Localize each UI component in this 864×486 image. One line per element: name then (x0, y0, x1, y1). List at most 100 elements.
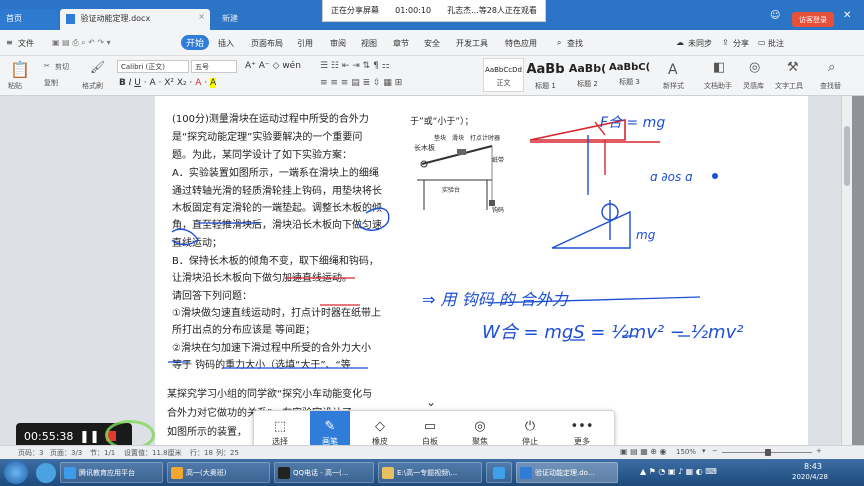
class-icon (171, 467, 183, 479)
find-replace-icon[interactable]: ⌕ (828, 60, 835, 75)
vertical-scrollbar[interactable] (841, 96, 852, 445)
style-heading-1-preview: AaBb (526, 62, 565, 77)
close-icon[interactable]: × (198, 12, 205, 21)
tab-document[interactable]: 验证动能定理.docx × (60, 9, 210, 30)
menu-references[interactable]: 引用 (297, 38, 313, 49)
menu-start[interactable]: 开始 (181, 35, 209, 50)
share-button[interactable]: 分享 (733, 38, 749, 49)
view-mode-icons[interactable]: ▣ ▤ ▦ ⊕ ◉ (620, 447, 667, 456)
find-replace-button[interactable]: 查找替 (820, 81, 841, 91)
share-time: 01:00:10 (395, 6, 432, 15)
menu-search[interactable]: 查找 (567, 38, 583, 49)
pen-icon: ✎ (324, 419, 336, 434)
scroll-thumb[interactable] (844, 126, 850, 186)
scissors-icon[interactable]: ✂ (44, 62, 50, 70)
more-icon: ••• (570, 419, 594, 434)
start-button[interactable] (4, 461, 28, 484)
share-icon: ⇪ (722, 38, 729, 47)
menu-security[interactable]: 安全 (424, 38, 440, 49)
sync-status[interactable]: 未同步 (688, 38, 712, 49)
status-setting: 设置值：11.8厘米 (124, 449, 182, 457)
word-doc-icon (66, 13, 75, 24)
login-button[interactable]: 访客登录 (792, 12, 834, 27)
zoom-in-icon[interactable]: + (816, 447, 822, 455)
avatar-icon[interactable]: ☺ (770, 10, 780, 21)
qq-icon (278, 467, 290, 479)
browser-icon[interactable] (36, 463, 56, 483)
font-style-buttons[interactable]: B I U · A · X² X₂ · A · A (119, 78, 217, 88)
taskbar-item-qq[interactable]: QQ电话 - 高一(... (274, 462, 374, 483)
style-normal-label: 正文 (496, 79, 511, 87)
inspiration-icon[interactable]: ◎ (749, 60, 760, 75)
font-size-buttons[interactable]: A⁺ A⁻ ◇ wén (245, 61, 301, 71)
text-tools-icon[interactable]: ⚒ (787, 60, 799, 75)
chevron-down-icon[interactable]: ⌄ (426, 395, 436, 409)
tab-home[interactable]: 首页 (0, 9, 58, 30)
taskbar-item-folder-label: E:\高一专题视频\... (397, 468, 458, 477)
taskbar-item-folder[interactable]: E:\高一专题视频\... (378, 462, 482, 483)
tab-home-label: 首页 (6, 14, 22, 23)
comment-button[interactable]: 批注 (768, 38, 784, 49)
style-heading-2-label: 标题 2 (577, 80, 598, 88)
taskbar-item-word[interactable]: 验证动能定理.do... (516, 462, 618, 483)
zoom-slider-handle[interactable] (765, 449, 771, 456)
clock-date: 2020/4/28 (792, 473, 828, 481)
paste-button[interactable]: 粘贴 (8, 81, 22, 91)
ribbon-toolbar: 📋 粘贴 ✂ 剪切 复制 🖌 格式刷 Calibri (正文) 五号 A⁺ A⁻… (0, 56, 864, 96)
brush-icon[interactable]: 🖌 (90, 60, 105, 74)
style-heading-3[interactable]: AaBbC(标题 3 (609, 58, 650, 92)
handwriting-work-equation: W合 = mgS = ½mv² − ½mv² (482, 322, 744, 343)
new-style-button[interactable]: 新样式 (663, 81, 684, 91)
login-label: 访客登录 (799, 15, 827, 24)
zoom-out-icon[interactable]: − (712, 447, 718, 455)
zoom-level[interactable]: 150% (676, 448, 696, 456)
tab-new-label: 新建 (222, 14, 238, 23)
handwriting-cos-note: ɑ ∂os ɑ (650, 170, 693, 184)
tab-new[interactable]: 新建 (216, 9, 266, 30)
cut-button[interactable]: 剪切 (55, 62, 69, 72)
menu-features[interactable]: 特色应用 (505, 38, 537, 49)
new-style-icon[interactable]: A (668, 62, 678, 78)
style-heading-1[interactable]: AaBb 标题 1 (525, 58, 566, 92)
menu-file[interactable]: 文件 (18, 38, 34, 49)
paste-icon[interactable]: 📋 (10, 60, 30, 79)
focus-icon: ◎ (474, 419, 486, 434)
font-name-select[interactable]: Calibri (正文) (117, 60, 189, 73)
hamburger-icon[interactable]: ≡ (6, 38, 13, 47)
alignment-buttons[interactable]: ≡ ≡ ≡ ▤ ≣ ⇳ ▦ ⊞ (320, 78, 402, 88)
close-window-icon[interactable]: ✕ (843, 10, 851, 21)
tray-icons[interactable]: ▲ ⚑ ◔ ▣ ♪ ▦ ◐ ⌨ (640, 467, 717, 476)
style-heading-2[interactable]: AaBb(标题 2 (567, 58, 608, 92)
quick-access-icons[interactable]: ▣ ▤ ⎙ ⌕ ↶ ↷ ▾ (52, 38, 111, 48)
font-size-select[interactable]: 五号 (191, 60, 237, 73)
menu-chapter[interactable]: 章节 (393, 38, 409, 49)
text-tools-button[interactable]: 文字工具 (775, 81, 803, 91)
copy-button[interactable]: 复制 (44, 78, 58, 88)
zoom-dropdown-icon[interactable]: ▾ (702, 447, 706, 455)
doc-assistant-button[interactable]: 文档助手 (704, 81, 732, 91)
status-section: 节：1/1 (90, 449, 116, 457)
paragraph-buttons[interactable]: ☰ ☷ ⇤ ⇥ ⇅ ¶ ⚏ (320, 61, 390, 71)
pause-icon[interactable]: ❚❚ (79, 429, 99, 443)
taskbar-item-class-label: 高一(大奥班) (186, 468, 227, 477)
menu-view[interactable]: 视图 (361, 38, 377, 49)
search-icon[interactable]: ⌕ (557, 38, 561, 48)
style-normal[interactable]: AaBbCcDd 正文 (483, 58, 524, 92)
format-painter-button[interactable]: 格式刷 (82, 81, 103, 91)
menu-page-layout[interactable]: 页面布局 (251, 38, 283, 49)
recorder-time: 00:55:38 (24, 429, 74, 443)
menu-insert[interactable]: 插入 (218, 38, 234, 49)
assistant-icon[interactable]: ◧ (713, 60, 725, 75)
inspiration-button[interactable]: 灵感库 (743, 81, 764, 91)
menu-review[interactable]: 审阅 (330, 38, 346, 49)
handwriting-formula-top: F合 = mg (600, 115, 666, 131)
taskbar-item-video[interactable] (486, 462, 512, 483)
screen-share-banner: 正在分享屏幕 01:00:10 孔志杰...等28人正在观看 (322, 0, 546, 22)
status-page: 页码：3 (18, 449, 44, 457)
video-app-icon (493, 467, 505, 479)
taskbar-item-class[interactable]: 高一(大奥班) (167, 462, 270, 483)
taskbar-item-tencent[interactable]: 腾讯教育应用平台 (60, 462, 163, 483)
style-normal-preview: AaBbCcDd (485, 66, 522, 74)
style-heading-3-label: 标题 3 (619, 78, 640, 86)
menu-developer[interactable]: 开发工具 (456, 38, 488, 49)
